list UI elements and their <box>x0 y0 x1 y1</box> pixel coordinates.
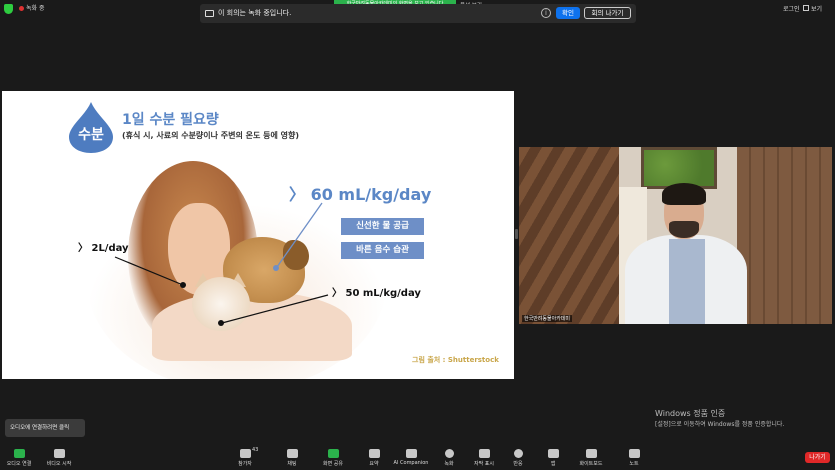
shield-icon[interactable] <box>4 4 13 14</box>
record-label: 녹화 <box>444 461 454 467</box>
image-credit: 그림 출처 : Shutterstock <box>412 356 499 364</box>
emoji-icon <box>513 449 523 458</box>
ai-companion-button[interactable]: AI Companion <box>392 446 430 470</box>
notes-button[interactable]: 노트 <box>623 446 645 470</box>
participant-name: 한국반려동물아카데미 <box>522 315 573 322</box>
leave-meeting-button[interactable]: 회의 나가기 <box>584 7 631 19</box>
dog-water-stat: 〉 60 mL/kg/day <box>289 185 432 204</box>
audio-label: 오디오 연결 <box>6 461 32 467</box>
share-screen-button[interactable]: 화면 공유 <box>318 446 348 470</box>
participants-button[interactable]: 43 참가자 <box>230 446 260 470</box>
speaker-beard <box>669 221 699 238</box>
speaker-hair <box>662 183 706 205</box>
record-button[interactable]: 녹화 <box>437 446 461 470</box>
recording-status: 녹화 중 <box>26 5 45 12</box>
meeting-toolbar: 오디오 연결 비디오 시작 43 참가자 채팅 화면 공유 요약 AI Comp… <box>0 446 835 470</box>
captions-icon <box>478 449 490 458</box>
view-button[interactable]: 보기 <box>811 4 822 13</box>
wood-wall-left <box>519 147 619 324</box>
video-off-icon <box>53 449 65 458</box>
reactions-label: 반응 <box>513 461 523 467</box>
chat-icon <box>286 449 298 458</box>
callout-lines <box>114 202 329 326</box>
login-button[interactable]: 로그인 <box>783 4 800 13</box>
reactions-button[interactable]: 반응 <box>507 446 529 470</box>
headphones-icon <box>13 449 25 458</box>
chat-button[interactable]: 채팅 <box>280 446 304 470</box>
apps-button[interactable]: 앱 <box>543 446 563 470</box>
captions-button[interactable]: 자막 표시 <box>470 446 498 470</box>
shared-screen-slide: 수분 1일 수분 필요량 (휴식 시, 사료의 수분량이나 주변의 온도 등에 … <box>2 91 514 379</box>
captions-label: 자막 표시 <box>474 461 494 467</box>
video-button[interactable]: 비디오 시작 <box>42 446 76 470</box>
windows-activation-title: Windows 정품 인증 <box>655 409 726 418</box>
participants-count: 43 <box>252 447 259 453</box>
apps-label: 앱 <box>550 461 556 467</box>
chat-label: 채팅 <box>287 461 297 467</box>
whiteboard-label: 화이트보드 <box>579 461 603 467</box>
confirm-button[interactable]: 확인 <box>556 7 580 19</box>
whiteboard-icon <box>585 449 597 458</box>
summary-button[interactable]: 요약 <box>362 446 386 470</box>
share-screen-icon <box>327 449 339 458</box>
windows-activation-subtitle: [설정]으로 이동하여 Windows를 정품 인증합니다. <box>655 421 785 428</box>
speaker-shirt <box>669 239 705 324</box>
cat-water-label: 〉 50 mL/kg/day <box>332 288 421 299</box>
whiteboard-button[interactable]: 화이트보드 <box>574 446 608 470</box>
audio-button[interactable]: 오디오 연결 <box>2 446 36 470</box>
ai-label: AI Companion <box>393 460 429 466</box>
audio-tooltip: 오디오에 연결하려면 클릭 <box>5 419 85 437</box>
panel-resize-handle[interactable] <box>515 229 518 239</box>
grid-view-icon[interactable] <box>803 5 809 11</box>
recording-dot-icon <box>19 6 24 11</box>
sparkle-icon <box>405 449 417 458</box>
apps-icon <box>547 449 559 458</box>
leave-button[interactable]: 나가기 <box>805 452 830 463</box>
recording-message: 이 회의는 녹화 중입니다. <box>218 9 292 17</box>
human-water-label: 〉 2L/day <box>78 243 129 254</box>
notes-icon <box>628 449 640 458</box>
participant-video-tile[interactable]: 한국반려동물아카데미 <box>519 147 832 324</box>
recording-icon <box>205 10 214 17</box>
record-icon <box>444 449 454 458</box>
participants-icon <box>239 449 251 458</box>
summary-label: 요약 <box>369 461 379 467</box>
wood-wall-right <box>737 147 832 324</box>
recording-banner: 이 회의는 녹화 중입니다. i 확인 회의 나가기 <box>200 4 636 23</box>
info-icon[interactable]: i <box>541 8 551 18</box>
summary-icon <box>368 449 380 458</box>
participants-label: 참가자 <box>238 461 252 467</box>
share-label: 화면 공유 <box>323 461 343 467</box>
video-label: 비디오 시작 <box>46 461 72 467</box>
tag-fresh-water: 신선한 물 공급 <box>341 218 424 235</box>
notes-label: 노트 <box>629 461 639 467</box>
tag-drinking-habit: 바른 음수 습관 <box>341 242 424 259</box>
